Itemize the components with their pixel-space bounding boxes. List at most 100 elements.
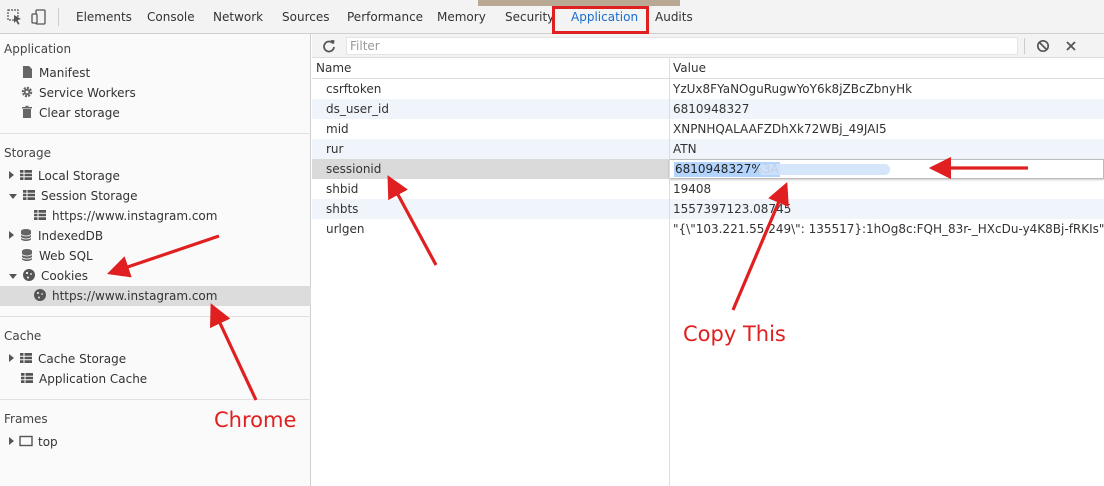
cookie-value-editor[interactable]: 6810948327%3A — [669, 159, 1104, 179]
sidebar-item-clear-storage[interactable]: Clear storage — [20, 103, 120, 123]
sidebar-item-label: Web SQL — [39, 249, 93, 263]
table-row[interactable]: shbts 1557397123.08745 — [312, 199, 1104, 219]
table-row[interactable]: shbid 19408 — [312, 179, 1104, 199]
sidebar-item-session-storage[interactable]: Session Storage — [9, 186, 138, 206]
sidebar-item-cookies[interactable]: Cookies — [9, 266, 88, 286]
cookies-table-header: Name Value — [312, 58, 1104, 79]
column-header-name[interactable]: Name — [316, 61, 351, 75]
tab-performance[interactable]: Performance — [343, 0, 427, 34]
table-row-selected[interactable]: sessionid 6810948327%3A — [312, 159, 1104, 179]
sidebar-item-label: Local Storage — [38, 169, 120, 183]
sidebar-item-cache-storage[interactable]: Cache Storage — [9, 349, 126, 369]
column-header-value[interactable]: Value — [673, 61, 706, 75]
cookie-name: urlgen — [326, 222, 365, 236]
sidebar-item-label: top — [38, 435, 58, 449]
cookie-icon — [34, 289, 46, 301]
grid-icon — [21, 373, 33, 383]
section-title-application: Application — [4, 42, 72, 56]
sidebar-item-indexeddb[interactable]: IndexedDB — [9, 226, 103, 246]
section-divider — [0, 316, 311, 317]
collapse-arrow-icon[interactable] — [9, 194, 17, 199]
cookie-value: XNPNHQALAAFZDhXk72WBj_49JAI5 — [673, 122, 887, 136]
sidebar-item-session-storage-instagram[interactable]: https://www.instagram.com — [33, 206, 217, 226]
inspect-element-icon[interactable] — [7, 9, 23, 25]
column-divider[interactable] — [669, 58, 670, 486]
toolbar-separator — [58, 8, 59, 26]
table-row[interactable]: urlgen "{\"103.221.55.249\": 135517}:1hO… — [312, 219, 1104, 239]
sidebar-item-label: Session Storage — [41, 189, 138, 203]
grid-icon — [20, 170, 32, 180]
tab-sources[interactable]: Sources — [278, 0, 333, 34]
sidebar-item-service-workers[interactable]: Service Workers — [20, 83, 136, 103]
expand-arrow-icon[interactable] — [9, 231, 14, 239]
frame-icon — [19, 435, 33, 447]
cookie-name: rur — [326, 142, 344, 156]
cookie-value: 19408 — [673, 182, 712, 196]
cookies-panel: Name Value csrftoken YzUx8FYaNOguRugwYoY… — [312, 34, 1104, 486]
cookie-value: 6810948327 — [673, 102, 750, 116]
section-title-cache: Cache — [4, 329, 42, 343]
sidebar-item-web-sql[interactable]: Web SQL — [20, 246, 93, 266]
cookie-name: sessionid — [326, 162, 382, 176]
sidebar-item-label: https://www.instagram.com — [52, 209, 218, 223]
grid-icon — [23, 190, 35, 200]
filter-input[interactable] — [346, 37, 1018, 55]
section-title-frames: Frames — [4, 412, 48, 426]
gear-icon — [21, 86, 33, 98]
cookie-name: mid — [326, 122, 349, 136]
collapse-arrow-icon[interactable] — [9, 274, 17, 279]
table-row[interactable]: rur ATN — [312, 139, 1104, 159]
expand-arrow-icon[interactable] — [9, 171, 14, 179]
database-icon — [20, 229, 32, 241]
cookie-value: "{\"103.221.55.249\": 135517}:1hOg8c:FQH… — [673, 222, 1104, 236]
sidebar-item-cookies-instagram[interactable]: https://www.instagram.com — [33, 286, 217, 306]
device-toolbar-icon[interactable] — [31, 9, 47, 25]
devtools-window: Elements Console Network Sources Perform… — [0, 0, 1104, 486]
cookie-icon — [23, 269, 35, 281]
sidebar-item-label: Cache Storage — [38, 352, 127, 366]
sidebar-item-label: Cookies — [41, 269, 88, 283]
tab-memory[interactable]: Memory — [433, 0, 490, 34]
expand-arrow-icon[interactable] — [9, 354, 14, 362]
sidebar-item-manifest[interactable]: Manifest — [20, 63, 90, 83]
tab-audits[interactable]: Audits — [651, 0, 697, 34]
section-divider — [0, 399, 311, 400]
cookie-name: shbid — [326, 182, 359, 196]
annotation-chrome: Chrome — [214, 408, 297, 432]
sidebar-item-label: Clear storage — [39, 106, 120, 120]
delete-selected-icon[interactable] — [1064, 39, 1078, 53]
tab-elements[interactable]: Elements — [72, 0, 136, 34]
database-icon — [21, 249, 33, 261]
cookie-name: csrftoken — [326, 82, 382, 96]
clear-all-icon[interactable] — [1036, 39, 1050, 53]
cookie-value: ATN — [673, 142, 697, 156]
sidebar-item-label: Service Workers — [39, 86, 136, 100]
refresh-icon[interactable] — [322, 39, 336, 53]
sidebar-item-label: https://www.instagram.com — [52, 289, 218, 303]
table-row[interactable]: mid XNPNHQALAAFZDhXk72WBj_49JAI5 — [312, 119, 1104, 139]
table-row[interactable]: ds_user_id 6810948327 — [312, 99, 1104, 119]
sidebar-item-application-cache[interactable]: Application Cache — [20, 369, 147, 389]
table-row[interactable]: csrftoken YzUx8FYaNOguRugwYoY6k8jZBcZbny… — [312, 79, 1104, 99]
grid-icon — [20, 353, 32, 363]
section-divider — [0, 133, 311, 134]
redacted-value — [758, 164, 890, 175]
trash-icon — [22, 105, 32, 118]
sidebar-item-label: Manifest — [39, 66, 91, 80]
tab-network[interactable]: Network — [209, 0, 267, 34]
sidebar-item-frame-top[interactable]: top — [9, 432, 58, 452]
section-title-storage: Storage — [4, 146, 51, 160]
highlight-box-application-tab — [552, 6, 649, 34]
sidebar-item-label: Application Cache — [39, 372, 148, 386]
toolbar-separator — [1024, 38, 1025, 54]
sidebar-item-label: IndexedDB — [38, 229, 104, 243]
tab-console[interactable]: Console — [143, 0, 199, 34]
sidebar-item-local-storage[interactable]: Local Storage — [9, 166, 120, 186]
expand-arrow-icon[interactable] — [9, 437, 14, 445]
tab-security[interactable]: Security — [501, 0, 558, 34]
document-icon — [23, 66, 32, 78]
cookie-name: shbts — [326, 202, 359, 216]
annotation-copy-this: Copy This — [683, 322, 786, 346]
cookie-name: ds_user_id — [326, 102, 389, 116]
cookies-toolbar — [312, 34, 1104, 58]
